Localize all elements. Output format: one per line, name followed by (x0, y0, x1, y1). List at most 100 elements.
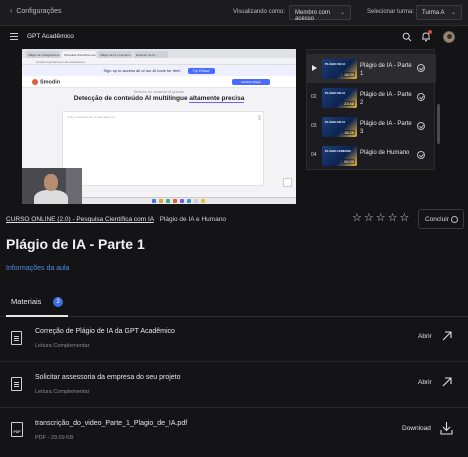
star-icon[interactable]: ☆ (388, 213, 398, 224)
material-subtitle: PDF - 29.09 KB (35, 435, 74, 441)
playlist-duration: 18:00 (342, 72, 355, 77)
material-title: Solicitar assessoria da empresa do seu p… (35, 374, 181, 381)
video-banner-text: Sign up to access all of our AI tools fo… (103, 68, 181, 73)
arrow-up-right-icon[interactable] (441, 330, 453, 342)
lesson-info-link[interactable]: Informações da aula (6, 265, 69, 272)
complete-button[interactable]: Concluir (418, 209, 464, 229)
playlist-duration: 16:25 (342, 130, 355, 135)
check-circle-icon (451, 216, 458, 223)
presenter-webcam (22, 168, 82, 204)
playlist-title: Plágio de Humano (360, 150, 410, 156)
rating-stars[interactable]: ☆ ☆ ☆ ☆ ☆ (352, 213, 409, 224)
chevron-left-icon: ‹ (10, 8, 13, 15)
breadcrumb: CURSO ONLINE (2.0) - Pesquisa Científica… (6, 216, 226, 223)
video-taskbar (82, 197, 296, 204)
playlist-number: 02 (311, 94, 317, 100)
page-title: Plágio de IA - Parte 1 (6, 236, 145, 252)
star-icon[interactable]: ☆ (376, 213, 386, 224)
playlist-item[interactable]: 04 PLÁGIO HUMANO 06:20 Plágio de Humano (307, 141, 436, 170)
back-button[interactable]: ‹ Configurações (10, 8, 61, 15)
open-button[interactable]: Abrir (418, 379, 432, 386)
playlist-thumbnail: PLÁGIO HUMANO 06:20 (322, 146, 357, 166)
material-item[interactable]: Solicitar assessoria da empresa do seu p… (0, 364, 468, 408)
video-browser-tab: Plágio de Inteligência A... (26, 51, 60, 58)
viewing-as-label: Visualizando como: (233, 9, 285, 15)
check-circle-icon (417, 93, 425, 101)
material-item[interactable]: PDF transcrição_do_video_Parte_1_Plagio_… (0, 410, 468, 454)
video-page-sub: Detector de conteúdo IA gratuito (133, 90, 185, 94)
playlist-title: Plágio de IA - Parte 1 (360, 63, 412, 77)
playlist-thumbnail: PLÁGIO DE IA 18:00 (322, 59, 357, 79)
arrow-up-right-icon[interactable] (441, 376, 453, 388)
video-player[interactable]: Plágio de Inteligência A... Pesquisa Cie… (22, 49, 296, 204)
tab-materiais[interactable]: Materiais (11, 297, 41, 306)
video-browser-tab: Plágio de IA e Humano (98, 51, 132, 58)
check-circle-icon (417, 64, 425, 72)
material-item[interactable]: Correção de Plágio de IA da GPT Acadêmic… (0, 318, 468, 362)
video-signup-banner: Sign up to access all of our AI tools fo… (22, 65, 296, 76)
video-page-heading: Detecção de conteúdo AI multilíngue alta… (73, 95, 245, 103)
playlist-number: 03 (311, 123, 317, 129)
count-badge: 3 (53, 297, 63, 307)
download-icon[interactable] (440, 421, 453, 435)
viewing-as-value: Membro com acesso (295, 10, 331, 22)
video-textarea-placeholder: Cole o conteúdo de IA aqui para ver... (67, 115, 118, 119)
video-browser-tabs: Plágio de Inteligência A... Pesquisa Cie… (22, 49, 296, 58)
open-button[interactable]: Abrir (418, 333, 432, 340)
playlist-number: 04 (311, 152, 317, 158)
playlist-item[interactable]: PLÁGIO DE IA 18:00 Plágio de IA - Parte … (307, 54, 436, 83)
playlist-title: Plágio de IA - Parte 2 (360, 92, 412, 106)
video-browser-tab: Detector de IA... (134, 51, 168, 58)
check-circle-icon (417, 151, 425, 159)
video-textarea: Cole o conteúdo de IA aqui para ver... (62, 111, 264, 186)
notification-dot (428, 30, 432, 34)
lesson-playlist: PLÁGIO DE IA 18:00 Plágio de IA - Parte … (306, 49, 436, 170)
turma-select[interactable]: Turma A ⌄ (416, 5, 462, 20)
star-icon[interactable]: ☆ (352, 213, 362, 224)
material-title: transcrição_do_video_Parte_1_Plagio_de_I… (35, 420, 188, 427)
complete-label: Concluir (425, 216, 449, 223)
search-icon[interactable] (402, 32, 412, 42)
active-tab-indicator (6, 315, 68, 317)
recaptcha-icon (283, 178, 292, 187)
turma-value: Turma A (422, 10, 445, 16)
playlist-duration: 23:48 (342, 101, 355, 106)
pdf-icon: PDF (11, 422, 23, 437)
video-site-nav: Smodin Verificar Plágio (22, 76, 296, 88)
video-nav-button: Verificar Plágio (232, 79, 270, 85)
material-subtitle: Leitura Complementar (35, 343, 90, 349)
document-icon (11, 331, 22, 345)
video-browser-url: smodin.io/pt/detector-de-conteudo-ia (22, 58, 296, 65)
viewing-as-select[interactable]: Membro com acesso ⌄ (289, 5, 351, 22)
playlist-thumbnail: PLÁGIO DE IA 23:48 (322, 88, 357, 108)
playlist-scrollbar[interactable] (437, 104, 440, 144)
chevron-down-icon: ⌄ (339, 10, 345, 16)
video-banner-button: Try It Now! (187, 68, 215, 74)
play-icon (312, 65, 317, 71)
app-bar: GPT Acadêmico (0, 26, 468, 48)
turma-label: Selecionar turma: (367, 9, 415, 15)
material-subtitle: Leitura Complementar (35, 389, 90, 395)
course-link[interactable]: CURSO ONLINE (2.0) - Pesquisa Científica… (6, 216, 154, 223)
check-circle-icon (417, 122, 425, 130)
download-button[interactable]: Download (402, 425, 431, 432)
document-icon (11, 377, 22, 391)
module-name: Plágio de IA e Humano (159, 216, 227, 223)
top-bar: ‹ Configurações Visualizando como: Membr… (0, 0, 468, 26)
back-label: Configurações (16, 8, 62, 15)
star-icon[interactable]: ☆ (364, 213, 374, 224)
hamburger-menu-icon[interactable] (10, 33, 18, 42)
playlist-thumbnail: PLÁGIO DE IA 16:25 (322, 117, 357, 137)
playlist-item[interactable]: 02 PLÁGIO DE IA 23:48 Plágio de IA - Par… (307, 83, 436, 112)
chevron-down-icon: ⌄ (450, 10, 456, 16)
star-icon[interactable]: ☆ (400, 213, 410, 224)
playlist-title: Plágio de IA - Parte 3 (360, 121, 412, 135)
video-site-logo: Smodin (32, 79, 60, 85)
video-browser-tab: Pesquisa Científica com IA (62, 51, 96, 58)
tabs: Materiais 3 (0, 292, 468, 317)
playlist-duration: 06:20 (342, 159, 355, 164)
avatar[interactable] (443, 31, 455, 43)
brand-title: GPT Acadêmico (27, 33, 74, 40)
material-title: Correção de Plágio de IA da GPT Acadêmic… (35, 328, 175, 335)
playlist-item[interactable]: 03 PLÁGIO DE IA 16:25 Plágio de IA - Par… (307, 112, 436, 141)
